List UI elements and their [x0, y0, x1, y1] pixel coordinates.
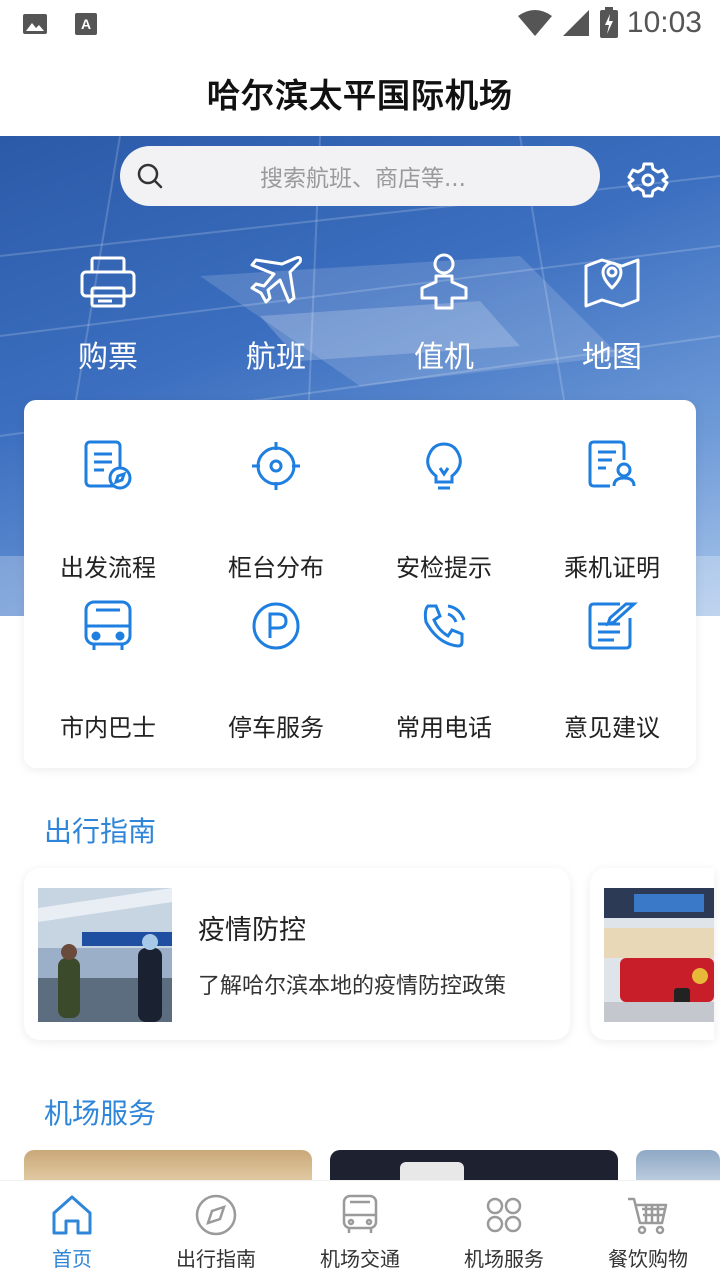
quick-action-buy-ticket[interactable]: 购票	[24, 248, 192, 378]
quick-action-label: 购票	[78, 340, 138, 375]
map-pin-icon	[584, 258, 640, 308]
service-label: 停车服务	[228, 714, 324, 742]
quick-action-map[interactable]: 地图	[528, 248, 696, 378]
service-grid-card: 出发流程 柜台分布 安检提示 乘机证明 市内巴士 停车服务 常用电话 意见建议	[24, 400, 696, 768]
battery-icon	[599, 7, 618, 38]
service-boarding-certificate[interactable]: 乘机证明	[528, 440, 696, 582]
service-label: 出发流程	[60, 554, 156, 582]
image-notification-icon	[23, 14, 47, 34]
clover-icon	[486, 1197, 522, 1233]
service-label: 意见建议	[564, 714, 660, 742]
nav-label: 机场服务	[464, 1247, 544, 1271]
guide-card-epidemic[interactable]: 疫情防控 了解哈尔滨本地的疫情防控政策	[24, 868, 570, 1040]
page-title: 哈尔滨太平国际机场	[207, 76, 513, 115]
service-phone-numbers[interactable]: 常用电话	[360, 600, 528, 742]
guide-card-title: 疫情防控	[198, 915, 306, 946]
service-departure-process[interactable]: 出发流程	[24, 440, 192, 582]
nav-label: 出行指南	[176, 1247, 256, 1271]
font-notification-icon: A	[75, 13, 97, 35]
home-icon	[52, 1195, 92, 1235]
service-counter-layout[interactable]: 柜台分布	[192, 440, 360, 582]
app-header: 哈尔滨太平国际机场	[0, 50, 720, 136]
bus-icon	[84, 600, 132, 650]
service-label: 安检提示	[396, 554, 492, 582]
nav-dining-shopping[interactable]: 餐饮购物	[576, 1181, 720, 1280]
quick-action-flights[interactable]: 航班	[192, 248, 360, 378]
search-icon	[137, 163, 163, 189]
nav-home[interactable]: 首页	[0, 1181, 144, 1280]
service-label: 乘机证明	[564, 554, 660, 582]
quick-action-checkin[interactable]: 值机	[360, 248, 528, 378]
guide-card-next[interactable]	[590, 868, 714, 1040]
quick-action-label: 地图	[582, 340, 642, 375]
wifi-icon	[517, 10, 552, 36]
bus-icon	[342, 1194, 378, 1233]
section-title-airport-services: 机场服务	[44, 1097, 157, 1130]
phone-icon	[423, 604, 466, 648]
airport-terminal-photo	[38, 888, 172, 1022]
nav-travel-guide[interactable]: 出行指南	[144, 1181, 288, 1280]
search-input[interactable]: 搜索航班、商店等...	[120, 146, 600, 206]
parking-icon	[252, 602, 300, 650]
crosshair-icon	[252, 442, 300, 490]
edit-note-icon	[588, 602, 638, 650]
service-label: 常用电话	[396, 714, 492, 742]
service-security-tips[interactable]: 安检提示	[360, 440, 528, 582]
bottom-navigation: 首页 出行指南 机场交通 机场服务 餐饮购物	[0, 1180, 720, 1280]
nav-label: 首页	[52, 1247, 92, 1271]
service-feedback[interactable]: 意见建议	[528, 600, 696, 742]
nav-airport-services[interactable]: 机场服务	[432, 1181, 576, 1280]
signal-icon	[562, 10, 589, 36]
service-city-bus[interactable]: 市内巴士	[24, 600, 192, 742]
document-user-icon	[588, 440, 636, 488]
nav-label: 餐饮购物	[608, 1247, 688, 1271]
nav-airport-transport[interactable]: 机场交通	[288, 1181, 432, 1280]
quick-actions: 购票 航班 值机 地图	[0, 248, 720, 378]
svg-text:A: A	[81, 16, 91, 32]
document-compass-icon	[84, 440, 132, 490]
cart-icon	[628, 1197, 668, 1235]
status-bar: A 10:03	[0, 0, 720, 50]
airplane-icon	[250, 256, 302, 304]
nav-label: 机场交通	[320, 1247, 400, 1271]
compass-icon	[195, 1194, 237, 1236]
quick-action-label: 值机	[414, 340, 474, 375]
settings-gear-icon[interactable]	[624, 156, 672, 204]
quick-action-label: 航班	[246, 340, 306, 375]
service-label: 柜台分布	[228, 554, 324, 582]
printer-icon	[80, 256, 136, 308]
guide-card-description: 了解哈尔滨本地的疫情防控政策	[198, 974, 507, 999]
service-counter-photo	[604, 888, 714, 1022]
checkin-person-icon	[420, 253, 468, 310]
service-parking[interactable]: 停车服务	[192, 600, 360, 742]
section-title-travel-guide: 出行指南	[44, 815, 157, 848]
search-placeholder: 搜索航班、商店等...	[260, 166, 466, 192]
service-label: 市内巴士	[60, 714, 156, 742]
status-time: 10:03	[626, 6, 702, 39]
lightbulb-icon	[426, 442, 462, 490]
